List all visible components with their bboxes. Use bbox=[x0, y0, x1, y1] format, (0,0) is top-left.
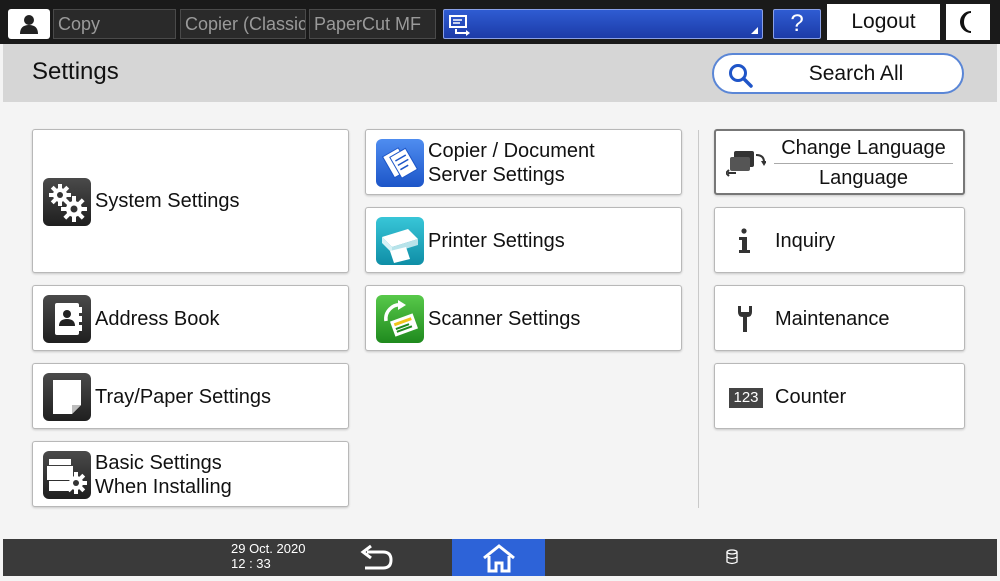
search-all-label: Search All bbox=[808, 62, 904, 85]
back-arrow-icon bbox=[360, 544, 393, 570]
home-button[interactable] bbox=[452, 539, 545, 576]
printer-settings-button[interactable]: Printer Settings bbox=[365, 207, 682, 273]
user-icon bbox=[20, 15, 38, 34]
copier-document-server-label: Copier / Document Server Settings bbox=[428, 139, 595, 187]
maintenance-label: Maintenance bbox=[775, 308, 890, 330]
copier-line1: Copier / Document bbox=[428, 140, 595, 162]
change-language-icon bbox=[726, 151, 766, 177]
paper-icon bbox=[43, 373, 91, 421]
basic-settings-line2: When Installing bbox=[95, 476, 232, 498]
info-icon bbox=[739, 228, 750, 253]
copier-document-server-settings-button[interactable]: Copier / Document Server Settings bbox=[365, 129, 682, 195]
page-title: Settings bbox=[32, 58, 119, 85]
counter-label: Counter bbox=[775, 386, 847, 408]
copier-line2: Server Settings bbox=[428, 164, 565, 186]
scanner-settings-label: Scanner Settings bbox=[428, 308, 581, 330]
screen-switch-icon bbox=[449, 15, 470, 36]
basic-settings-label: Basic Settings When Installing bbox=[95, 451, 232, 499]
system-settings-button[interactable]: System Settings bbox=[32, 129, 349, 273]
inquiry-button[interactable]: Inquiry bbox=[714, 207, 965, 273]
column-divider bbox=[698, 130, 699, 508]
scanner-icon bbox=[376, 295, 424, 343]
address-book-label: Address Book bbox=[95, 308, 220, 330]
tray-paper-settings-label: Tray/Paper Settings bbox=[95, 386, 272, 408]
printer-icon bbox=[376, 217, 424, 265]
date-label: 29 Oct. 2020 bbox=[231, 541, 306, 556]
address-book-icon bbox=[43, 295, 91, 343]
user-button[interactable] bbox=[8, 9, 50, 39]
back-button[interactable] bbox=[355, 543, 399, 573]
header-bar: Settings Search All bbox=[3, 44, 997, 102]
language-separator bbox=[774, 163, 953, 164]
scanner-settings-button[interactable]: Scanner Settings bbox=[365, 285, 682, 351]
change-language-label: Change Language bbox=[781, 137, 946, 159]
screen-switch-button[interactable] bbox=[443, 9, 763, 39]
change-language-button[interactable]: Change Language Language bbox=[714, 129, 965, 195]
app-tab-papercut[interactable]: PaperCut MF bbox=[309, 9, 436, 39]
search-all-button[interactable]: Search All bbox=[712, 53, 964, 94]
energy-saver-button[interactable] bbox=[946, 4, 990, 40]
gears-icon bbox=[43, 178, 91, 226]
date-time: 29 Oct. 2020 12 : 33 bbox=[231, 541, 305, 571]
device-gear-icon bbox=[43, 451, 91, 499]
system-settings-label: System Settings bbox=[95, 190, 240, 212]
current-language-label: Language bbox=[819, 167, 908, 189]
basic-settings-line1: Basic Settings bbox=[95, 452, 222, 474]
wrench-icon bbox=[738, 306, 752, 332]
maintenance-button[interactable]: Maintenance bbox=[714, 285, 965, 351]
tray-paper-settings-button[interactable]: Tray/Paper Settings bbox=[32, 363, 349, 429]
moon-icon bbox=[960, 11, 972, 33]
data-storage-icon bbox=[726, 549, 738, 565]
top-bar: Copy Copier (Classic) PaperCut MF ? Logo… bbox=[0, 0, 1000, 44]
counter-icon: 123 bbox=[729, 388, 763, 408]
counter-button[interactable]: 123 Counter bbox=[714, 363, 965, 429]
app-tab-copy[interactable]: Copy bbox=[53, 9, 176, 39]
inquiry-label: Inquiry bbox=[775, 230, 836, 252]
printer-settings-label: Printer Settings bbox=[428, 230, 565, 252]
logout-button[interactable]: Logout bbox=[827, 4, 940, 40]
copier-icon bbox=[376, 139, 424, 187]
app-tab-copier-classic[interactable]: Copier (Classic) bbox=[180, 9, 306, 39]
bottom-bar: 29 Oct. 2020 12 : 33 bbox=[3, 539, 997, 576]
basic-settings-when-installing-button[interactable]: Basic Settings When Installing bbox=[32, 441, 349, 507]
dropdown-corner-icon bbox=[751, 27, 758, 34]
help-button[interactable]: ? bbox=[773, 9, 821, 39]
home-icon bbox=[483, 544, 515, 573]
time-label: 12 : 33 bbox=[231, 556, 271, 571]
address-book-button[interactable]: Address Book bbox=[32, 285, 349, 351]
